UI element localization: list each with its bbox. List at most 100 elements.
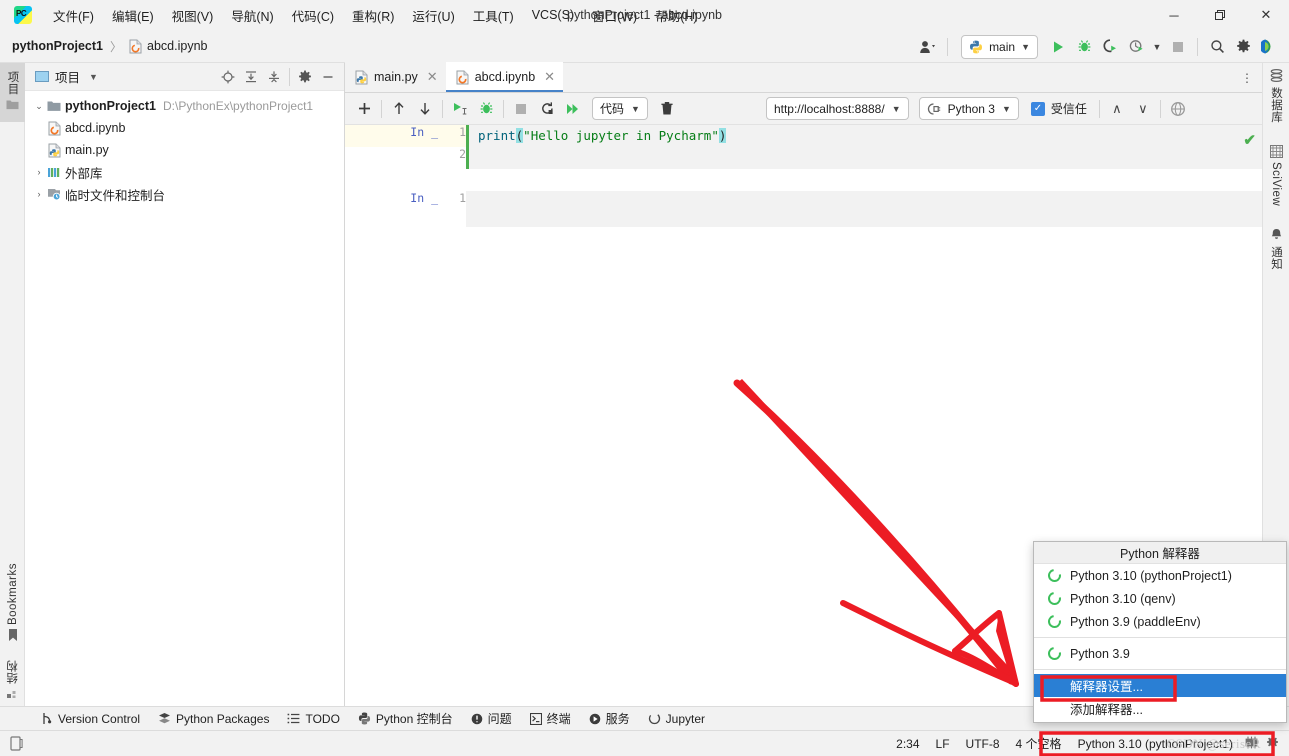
menu-file[interactable]: 文件(F) [44,2,103,29]
caret-position[interactable]: 2:34 [888,734,927,754]
menu-tools[interactable]: 工具(T) [464,2,523,29]
indent-setting[interactable]: 4 个空格 [1008,732,1070,755]
tree-node-external-libraries[interactable]: › 外部库 [25,161,344,183]
move-cell-up-button[interactable] [386,97,412,121]
breadcrumb-file[interactable]: abcd.ipynb [129,39,207,54]
run-cell-button[interactable] [447,97,473,121]
menu-run[interactable]: 运行(U) [403,2,463,29]
cell-code-area[interactable] [466,191,1262,227]
popup-item-python310-pythonproject1[interactable]: Python 3.10 (pythonProject1) [1034,564,1286,587]
tree-node-main-py[interactable]: main.py [25,139,344,161]
debug-button[interactable] [1072,35,1096,59]
toolwindow-todo[interactable]: TODO [278,710,348,728]
project-panel-title[interactable]: 项目 ▼ [35,67,98,86]
project-settings-icon[interactable] [295,67,315,87]
tab-overflow-icon[interactable]: ⋮ [1238,68,1256,88]
popup-item-interpreter-settings[interactable]: 解释器设置... [1034,674,1286,697]
sidebar-item-structure[interactable]: 结构 [5,656,21,703]
search-everywhere-button[interactable] [1205,35,1229,59]
interpreter-popup-menu[interactable]: Python 解释器 Python 3.10 (pythonProject1) … [1033,541,1287,723]
status-settings-button[interactable] [1262,733,1283,755]
menu-edit[interactable]: 编辑(E) [103,2,163,29]
interrupt-kernel-button[interactable] [508,97,534,121]
tab-main-py[interactable]: main.py ✕ [345,62,446,92]
sidebar-item-bookmarks[interactable]: Bookmarks [7,559,19,646]
jupyter-server-selector[interactable]: http://localhost:8888/ ▼ [765,97,909,120]
collapse-all-icon[interactable] [264,67,284,87]
add-cell-button[interactable] [351,97,377,121]
cell-code-area-line2[interactable] [466,147,1262,169]
python-icon [970,40,983,53]
notebook-cell-1[interactable]: In _ 1 print("Hello jupyter in Pycharm")… [345,125,1262,169]
expand-all-icon[interactable] [241,67,261,87]
ide-widget-icon[interactable] [10,736,23,751]
menu-window[interactable]: 窗口(W) [583,2,646,29]
profile-icon [1129,40,1143,52]
popup-divider-1 [1034,637,1286,638]
menu-refactor[interactable]: 重构(R) [343,2,403,29]
toolwindow-terminal[interactable]: 终端 [521,708,580,729]
toolwindow-problems[interactable]: 问题 [462,708,521,729]
toolwindow-python-console[interactable]: Python 控制台 [349,708,462,729]
toolwindow-jupyter[interactable]: Jupyter [639,710,714,728]
debug-cell-button[interactable] [473,97,499,121]
sidebar-item-database[interactable]: 数据库 [1268,69,1284,123]
previous-cell-button[interactable]: ∧ [1104,97,1130,121]
trusted-checkbox[interactable]: ✓ 受信任 [1030,100,1087,117]
run-button[interactable] [1046,35,1070,59]
restart-kernel-button[interactable] [534,97,560,121]
tree-node-abcd-ipynb[interactable]: abcd.ipynb [25,117,344,139]
toolwindow-version-control[interactable]: Version Control [32,710,149,728]
menu-vcs[interactable]: VCS(S) [523,4,583,26]
toolwindow-services[interactable]: 服务 [580,708,639,729]
sidebar-item-project[interactable]: 项目 [0,67,25,114]
line-separator[interactable]: LF [928,734,958,754]
close-button[interactable]: ✕ [1243,0,1289,30]
user-avatar-icon[interactable] [916,35,940,59]
sidebar-item-notifications[interactable]: 通知 [1268,228,1284,270]
tree-node-project-root[interactable]: ⌄ pythonProject1 D:\PythonEx\pythonProje… [25,95,344,117]
popup-item-python39-paddleenv[interactable]: Python 3.9 (paddleEnv) [1034,610,1286,633]
stop-button[interactable] [1166,35,1190,59]
file-encoding[interactable]: UTF-8 [958,734,1008,754]
notebook-cell-2[interactable]: In _ 1 [345,191,1262,227]
locate-file-icon[interactable] [218,67,238,87]
cell-code-area[interactable]: print("Hello jupyter in Pycharm") [466,125,1262,147]
menu-help[interactable]: 帮助(H) [646,2,706,29]
kernel-selector[interactable]: Python 3 ▼ [918,97,1019,120]
run-with-coverage-button[interactable] [1098,35,1122,59]
tab-abcd-ipynb[interactable]: abcd.ipynb ✕ [445,62,564,92]
minimize-button[interactable]: ─ [1151,0,1197,30]
hide-panel-icon[interactable] [318,67,338,87]
python-env-icon [1045,612,1064,631]
profile-button[interactable] [1124,35,1148,59]
breadcrumb-project[interactable]: pythonProject1 [12,39,103,53]
menu-view[interactable]: 视图(V) [163,2,223,29]
sidebar-item-sciview[interactable]: SciView [1269,145,1283,206]
chevron-right-icon[interactable]: › [31,167,47,177]
open-in-browser-button[interactable] [1165,97,1191,121]
tab-close-icon[interactable]: ✕ [544,69,555,85]
chevron-down-icon[interactable]: ⌄ [31,101,47,112]
toolwindow-python-packages[interactable]: Python Packages [149,710,278,728]
popup-item-python39[interactable]: Python 3.9 [1034,642,1286,665]
ai-assistant-button[interactable] [1257,35,1281,59]
settings-button[interactable] [1231,35,1255,59]
tree-node-scratches-consoles[interactable]: › 临时文件和控制台 [25,183,344,205]
menu-navigate[interactable]: 导航(N) [222,2,282,29]
run-configuration-selector[interactable]: main ▼ [961,34,1038,59]
popup-item-add-interpreter[interactable]: 添加解释器... [1034,697,1286,720]
menu-code[interactable]: 代码(C) [283,2,343,29]
popup-item-python310-qenv[interactable]: Python 3.10 (qenv) [1034,587,1286,610]
tab-close-icon[interactable]: ✕ [427,69,438,85]
move-cell-down-button[interactable] [412,97,438,121]
chevron-down-icon[interactable]: ▼ [89,72,98,82]
cell-type-selector[interactable]: 代码 ▼ [592,97,648,120]
chevron-down-icon[interactable]: ▼ [1150,35,1164,59]
delete-cell-button[interactable] [654,97,680,121]
next-cell-button[interactable]: ∨ [1130,97,1156,121]
chevron-right-icon[interactable]: › [31,189,47,199]
run-all-cells-button[interactable] [560,97,586,121]
maximize-button[interactable] [1197,0,1243,30]
editor-tab-bar: main.py ✕ abcd.ipynb ✕ ⋮ [345,62,1262,93]
